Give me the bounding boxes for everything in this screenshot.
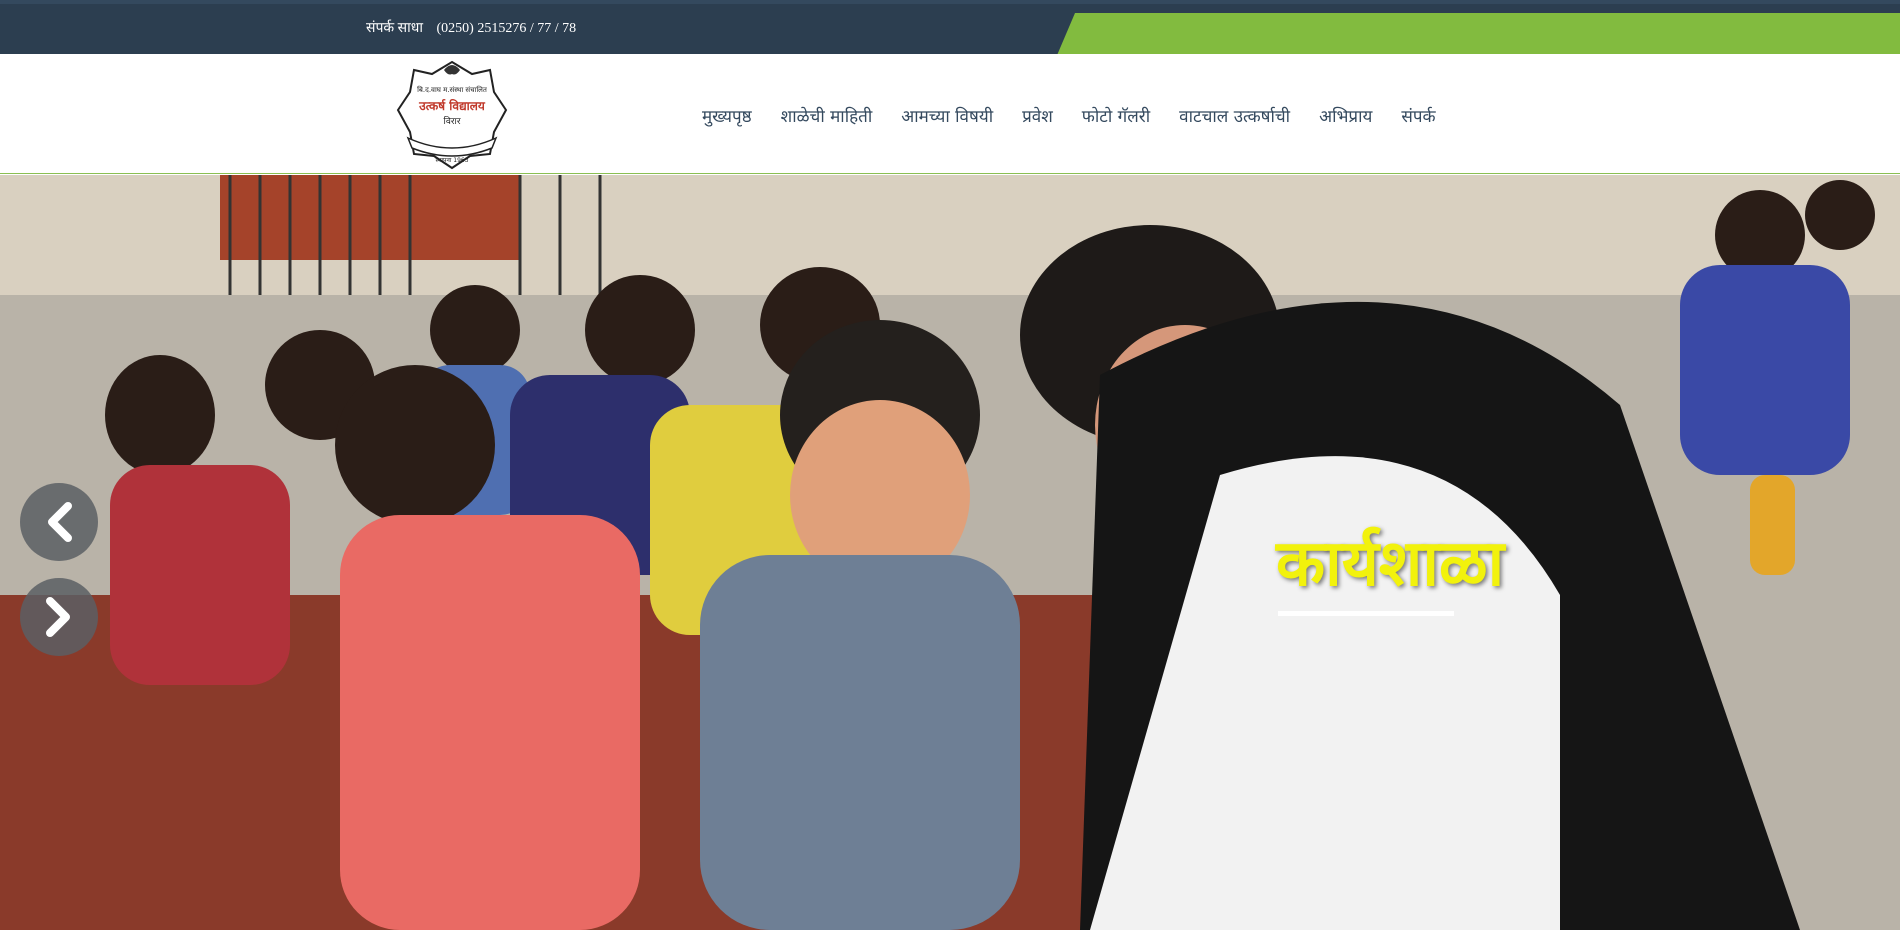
logo-place: विरार [443,115,460,127]
nav-item-feedback[interactable]: अभिप्राय [1319,104,1372,127]
nav-item-admission[interactable]: प्रवेश [1022,104,1053,127]
contact-phone[interactable]: (0250) 2515276 / 77 / 78 [437,21,577,36]
logo-line1: बि.द.वाघ म.संस्था संचालित [417,85,488,94]
nav-item-home[interactable]: मुख्यपृष्ठ [702,104,752,127]
hero-photo [0,175,1900,930]
contact-info: संपर्क साधा (0250) 2515276 / 77 / 78 [366,18,576,37]
slide-caption: कार्यशाळा [1276,527,1505,601]
nav-item-photo-gallery[interactable]: फोटो गॅलरी [1082,104,1150,127]
slider-prev-button[interactable] [20,483,98,561]
chevron-left-icon [48,502,72,542]
green-accent-band [1055,13,1900,60]
contact-label: संपर्क साधा [366,21,423,36]
top-stripe [0,0,1900,4]
slider-next-button[interactable] [20,578,98,656]
chevron-right-icon [46,597,70,637]
school-logo-emblem: बि.द.वाघ म.संस्था संचालित उत्कर्ष विद्या… [396,60,508,170]
school-logo[interactable]: बि.द.वाघ म.संस्था संचालित उत्कर्ष विद्या… [394,58,510,170]
hero-slider: कार्यशाळा [0,175,1900,930]
top-bar: संपर्क साधा (0250) 2515276 / 77 / 78 [0,0,1900,60]
site-header: बि.द.वाघ म.संस्था संचालित उत्कर्ष विद्या… [0,54,1900,174]
logo-est: स्थापना 1963 [435,157,468,164]
nav-item-journey[interactable]: वाटचाल उत्कर्षाची [1179,104,1290,127]
logo-name: उत्कर्ष विद्यालय [418,99,486,113]
nav-item-school-info[interactable]: शाळेची माहिती [781,104,873,127]
caption-underline [1278,611,1454,616]
main-nav: मुख्यपृष्ठ शाळेची माहिती आमच्या विषयी प्… [702,104,1436,127]
nav-item-about-us[interactable]: आमच्या विषयी [901,104,993,127]
nav-item-contact[interactable]: संपर्क [1401,104,1435,127]
